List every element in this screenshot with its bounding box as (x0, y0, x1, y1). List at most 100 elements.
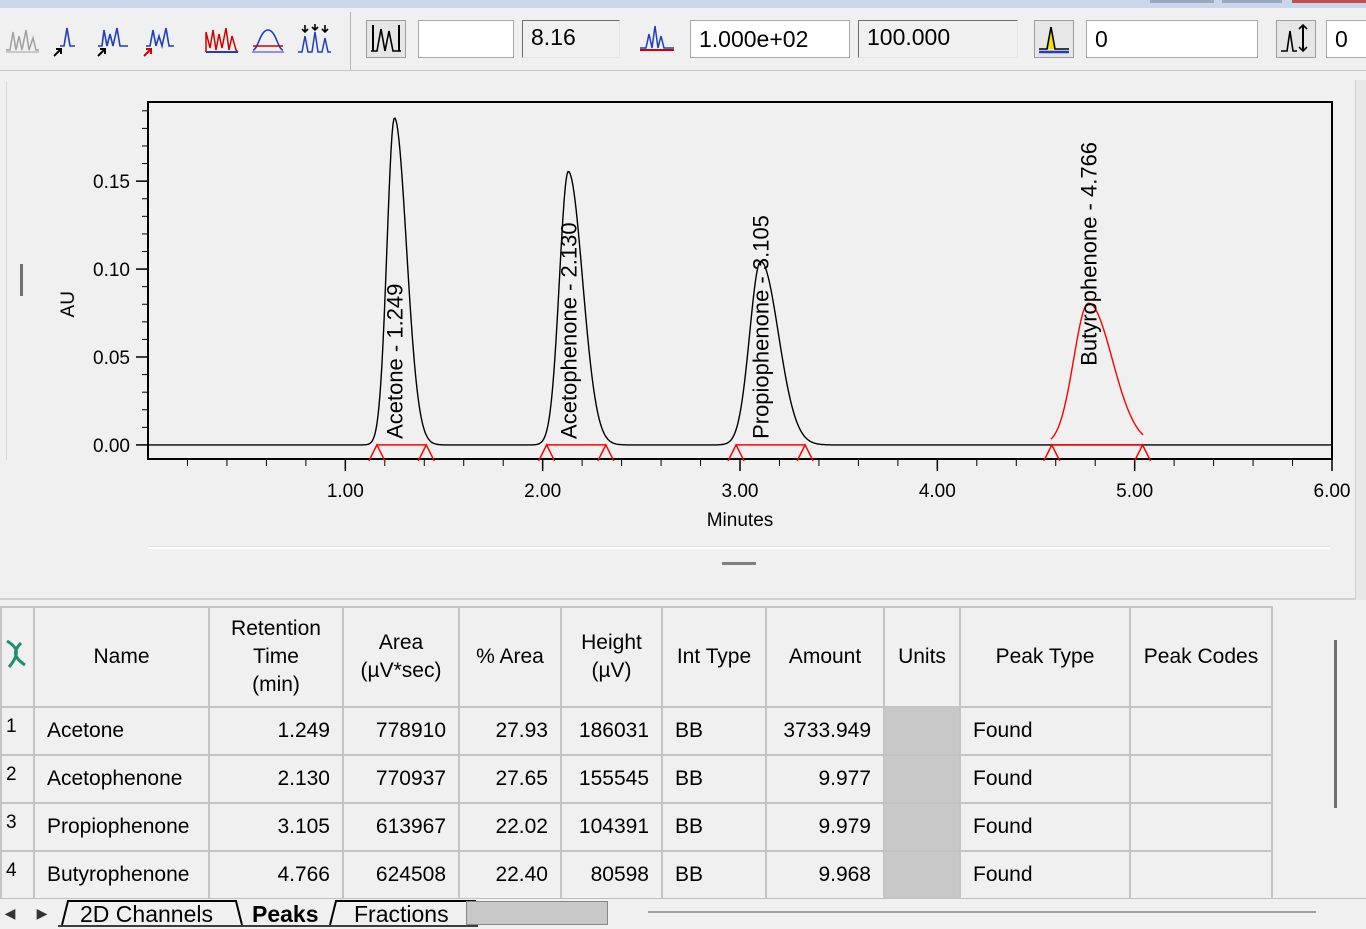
minimum-height-icon (1039, 26, 1069, 54)
peak-label: Acetophenone - 2.130 (556, 222, 581, 439)
col-peak-type-header[interactable]: Peak Type (959, 606, 1131, 708)
zoom-peak-red-icon[interactable] (140, 22, 176, 58)
threshold-button[interactable] (638, 20, 678, 58)
cell-int-type[interactable]: BB (661, 850, 767, 900)
col-name-header[interactable]: Name (33, 606, 210, 708)
cell-peak-codes[interactable] (1129, 850, 1273, 900)
x-tick-label: 5.00 (1116, 481, 1153, 502)
zoom-out-peaks-icon[interactable] (94, 22, 130, 58)
cell-height[interactable]: 186031 (560, 706, 663, 756)
y-tick-label: 0.05 (93, 348, 130, 369)
peak-width-input[interactable] (418, 20, 514, 58)
col-area-header[interactable]: Area (µV*sec) (342, 606, 460, 708)
cell-amount[interactable]: 9.968 (765, 850, 885, 900)
x-tick-label: 2.00 (524, 481, 561, 502)
cell-area[interactable]: 770937 (342, 754, 460, 804)
col-height-header[interactable]: Height (µV) (560, 606, 663, 708)
window-tab-stub[interactable] (1150, 0, 1214, 3)
cell-area[interactable]: 613967 (342, 802, 460, 852)
row-number[interactable]: 3 (0, 802, 35, 852)
minimum-height-input[interactable]: 0 (1086, 20, 1258, 58)
cell-peak-type[interactable]: Found (959, 754, 1131, 804)
cell-retention-time[interactable]: 1.249 (208, 706, 344, 756)
tab-scroll-left-icon[interactable]: ◀ (0, 901, 20, 925)
table-row[interactable]: 4 Butyrophenone 4.766 624508 22.40 80598… (0, 850, 1273, 900)
cell-pct-area[interactable]: 27.93 (458, 706, 562, 756)
tab-fractions[interactable]: Fractions (354, 899, 449, 927)
cell-retention-time[interactable]: 2.130 (208, 754, 344, 804)
cell-int-type[interactable]: BB (661, 802, 767, 852)
row-number[interactable]: 1 (0, 706, 35, 756)
col-retention-time-header[interactable]: Retention Time (min) (208, 606, 344, 708)
cell-peak-codes[interactable] (1129, 754, 1273, 804)
y-tick-label: 0.10 (93, 260, 130, 281)
cell-pct-area[interactable]: 22.02 (458, 802, 562, 852)
peak-labels-icon[interactable] (204, 22, 240, 58)
window-tab-stub[interactable] (1222, 0, 1282, 3)
cell-amount[interactable]: 9.977 (765, 754, 885, 804)
header-line: (µV) (591, 659, 632, 682)
cell-height[interactable]: 155545 (560, 754, 663, 804)
threshold-input[interactable]: 1.000e+02 (690, 20, 850, 58)
minimum-area-input[interactable]: 0 (1326, 20, 1366, 58)
table-vertical-scrollbar[interactable] (1334, 640, 1337, 808)
pane-separator (0, 598, 1355, 600)
plot-frame (147, 101, 1333, 460)
cell-pct-area[interactable]: 22.40 (458, 850, 562, 900)
cell-height[interactable]: 104391 (560, 802, 663, 852)
baseline-fill-icon[interactable] (250, 22, 286, 58)
cell-int-type[interactable]: BB (661, 706, 767, 756)
cell-area[interactable]: 778910 (342, 706, 460, 756)
col-peak-codes-header[interactable]: Peak Codes (1129, 606, 1273, 708)
cell-area[interactable]: 624508 (342, 850, 460, 900)
cell-retention-time[interactable]: 4.766 (208, 850, 344, 900)
row-selector-header[interactable] (0, 606, 35, 708)
minimum-height-button[interactable] (1034, 20, 1074, 58)
splitter-grip[interactable] (722, 562, 756, 565)
select-all-icon (5, 639, 26, 668)
cell-name[interactable]: Butyrophenone (33, 850, 210, 900)
row-number[interactable]: 4 (0, 850, 35, 900)
peak-width-button[interactable] (366, 20, 406, 58)
toolbar-separator (350, 12, 351, 70)
cell-units[interactable] (883, 850, 961, 900)
cell-units[interactable] (883, 754, 961, 804)
cell-peak-type[interactable]: Found (959, 706, 1131, 756)
cell-int-type[interactable]: BB (661, 754, 767, 804)
table-row[interactable]: 2 Acetophenone 2.130 770937 27.65 155545… (0, 754, 1273, 804)
tab-scroll-right-icon[interactable]: ▶ (32, 901, 52, 925)
horizontal-scrollbar[interactable] (648, 911, 1316, 913)
header-line: (min) (252, 673, 300, 696)
cell-retention-time[interactable]: 3.105 (208, 802, 344, 852)
cell-peak-codes[interactable] (1129, 706, 1273, 756)
tab-2d-channels[interactable]: 2D Channels (80, 899, 213, 927)
cell-pct-area[interactable]: 27.65 (458, 754, 562, 804)
table-row[interactable]: 3 Propiophenone 3.105 613967 22.02 10439… (0, 802, 1273, 852)
tab-peaks[interactable]: Peaks (252, 899, 319, 927)
cell-amount[interactable]: 9.979 (765, 802, 885, 852)
cell-peak-type[interactable]: Found (959, 802, 1131, 852)
cell-name[interactable]: Propiophenone (33, 802, 210, 852)
cell-units[interactable] (883, 802, 961, 852)
zoom-in-peak-icon[interactable] (50, 22, 86, 58)
col-units-header[interactable]: Units (883, 606, 961, 708)
cell-peak-type[interactable]: Found (959, 850, 1131, 900)
col-int-type-header[interactable]: Int Type (661, 606, 767, 708)
table-row[interactable]: 1 Acetone 1.249 778910 27.93 186031 BB 3… (0, 706, 1273, 756)
col-pct-area-header[interactable]: % Area (458, 606, 562, 708)
window-close-stub[interactable] (1292, 0, 1366, 3)
chromatogram-toolbar: 8.16 1.000e+02 100.000 0 0 (0, 8, 1366, 71)
minimum-area-button[interactable] (1276, 20, 1316, 58)
cell-amount[interactable]: 3733.949 (765, 706, 885, 756)
cell-name[interactable]: Acetophenone (33, 754, 210, 804)
row-number[interactable]: 2 (0, 754, 35, 804)
col-amount-header[interactable]: Amount (765, 606, 885, 708)
cell-name[interactable]: Acetone (33, 706, 210, 756)
overlay-chromatograms-icon[interactable] (4, 22, 40, 58)
cell-height[interactable]: 80598 (560, 850, 663, 900)
cell-units[interactable] (883, 706, 961, 756)
cell-peak-codes[interactable] (1129, 802, 1273, 852)
threshold-peak-icon (640, 25, 674, 51)
integration-events-icon[interactable] (296, 22, 332, 58)
chromatogram-plot: 0.00 0.05 0.10 0.15 1.00 2.00 3.00 4.00 5.00 6.00… (58, 101, 1350, 531)
